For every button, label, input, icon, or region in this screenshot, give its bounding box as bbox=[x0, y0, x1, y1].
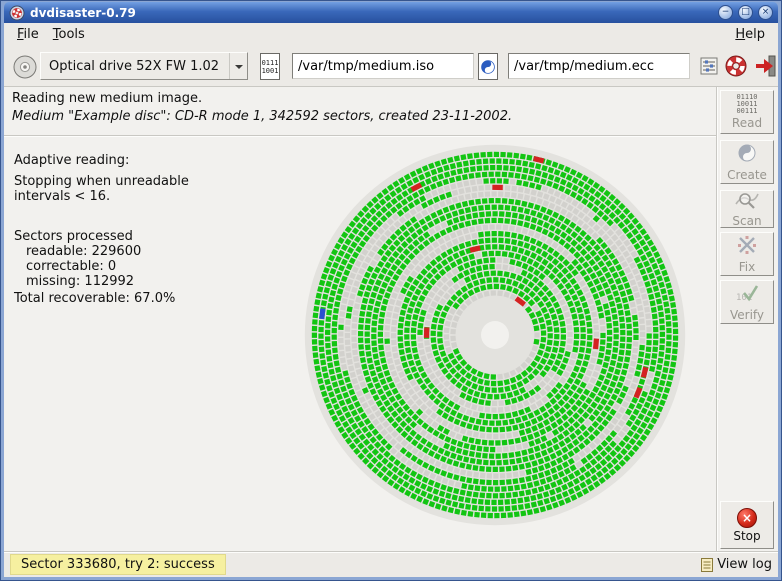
statusbar: Sector 333680, try 2: success View log bbox=[4, 551, 778, 577]
quit-icon[interactable] bbox=[754, 54, 778, 82]
titlebar[interactable]: dvdisaster-0.79 − □ × bbox=[4, 2, 778, 23]
toolbar: Optical drive 52X FW 1.02 0111 1001 bbox=[4, 46, 778, 87]
menu-tools[interactable]: Tools bbox=[46, 25, 92, 44]
chevron-down-icon bbox=[229, 53, 247, 79]
adaptive-reading-label: Adaptive reading: bbox=[14, 153, 129, 168]
drive-select[interactable]: Optical drive 52X FW 1.02 bbox=[40, 52, 248, 80]
create-button-label: Create bbox=[727, 168, 767, 182]
verify-button[interactable]: 101 Verify bbox=[720, 280, 774, 324]
sectors-missing: missing: 112992 bbox=[26, 274, 134, 289]
window-title: dvdisaster-0.79 bbox=[30, 3, 713, 23]
read-icon: 01110 10011 00111 bbox=[736, 94, 757, 115]
scan-button-label: Scan bbox=[732, 214, 761, 228]
ecc-path-input[interactable] bbox=[508, 53, 690, 79]
sectors-correctable: correctable: 0 bbox=[26, 259, 116, 274]
sidebar-separator bbox=[716, 87, 718, 551]
maximize-button[interactable]: □ bbox=[738, 5, 753, 20]
main-area: Reading new medium image. Medium "Exampl… bbox=[4, 87, 778, 551]
window-controls: − □ × bbox=[718, 5, 773, 20]
total-recoverable: Total recoverable: 67.0% bbox=[14, 291, 175, 306]
read-button-label: Read bbox=[732, 116, 762, 130]
stop-condition-line2: intervals < 16. bbox=[14, 189, 110, 204]
help-lifebuoy-icon[interactable] bbox=[724, 54, 748, 82]
disc-spiral-visualization bbox=[288, 141, 704, 545]
menubar: File Tools Help bbox=[4, 23, 778, 46]
action-title: Reading new medium image. bbox=[12, 91, 202, 106]
stop-button[interactable]: × Stop bbox=[720, 501, 774, 549]
ecc-file-icon bbox=[478, 53, 498, 80]
sectors-processed-label: Sectors processed bbox=[14, 229, 133, 244]
log-icon bbox=[701, 558, 713, 572]
drive-icon[interactable] bbox=[12, 54, 38, 84]
scan-magnifier-icon bbox=[734, 191, 760, 213]
drive-select-value: Optical drive 52X FW 1.02 bbox=[41, 59, 229, 74]
stop-condition-line1: Stopping when unreadable bbox=[14, 174, 189, 189]
header-separator bbox=[4, 135, 716, 137]
stop-icon: × bbox=[737, 508, 757, 528]
window-body: File Tools Help Optical drive 52X FW 1.0… bbox=[4, 23, 778, 577]
fix-button[interactable]: Fix bbox=[720, 232, 774, 276]
menu-help[interactable]: Help bbox=[728, 25, 772, 44]
image-path-input[interactable] bbox=[292, 53, 474, 79]
menu-file[interactable]: File bbox=[10, 25, 46, 44]
image-file-icon: 0111 1001 bbox=[260, 53, 280, 80]
verify-button-label: Verify bbox=[730, 308, 764, 322]
image-file-icon-text: 0111 bbox=[262, 59, 279, 67]
verify-check-icon: 101 bbox=[735, 283, 759, 307]
view-log-button[interactable]: View log bbox=[701, 557, 772, 572]
medium-info: Medium "Example disc": CD-R mode 1, 3425… bbox=[12, 109, 512, 124]
scan-button[interactable]: Scan bbox=[720, 190, 774, 228]
minimize-button[interactable]: − bbox=[718, 5, 733, 20]
stop-button-label: Stop bbox=[733, 529, 760, 543]
fix-button-label: Fix bbox=[739, 260, 755, 274]
image-file-icon-text: 1001 bbox=[262, 67, 279, 75]
sectors-readable: readable: 229600 bbox=[26, 244, 141, 259]
window: dvdisaster-0.79 − □ × File Tools Help Op… bbox=[0, 0, 782, 581]
fix-icon bbox=[736, 235, 758, 259]
create-button[interactable]: Create bbox=[720, 140, 774, 184]
status-message: Sector 333680, try 2: success bbox=[10, 554, 226, 575]
close-button[interactable]: × bbox=[758, 5, 773, 20]
read-button[interactable]: 01110 10011 00111 Read bbox=[720, 90, 774, 134]
preferences-icon[interactable] bbox=[700, 57, 718, 79]
view-log-label: View log bbox=[717, 557, 772, 572]
app-icon bbox=[9, 5, 25, 21]
create-yinyang-icon bbox=[737, 143, 757, 167]
